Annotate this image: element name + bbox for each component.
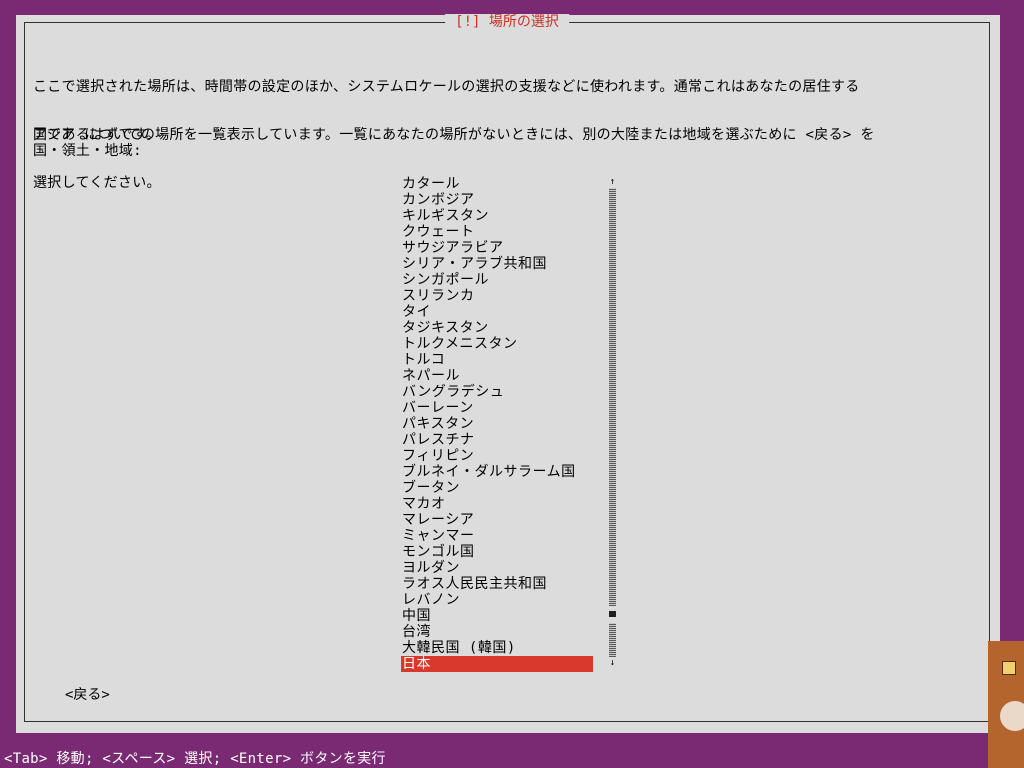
list-item[interactable]: マレーシア: [401, 512, 593, 528]
list-item[interactable]: パキスタン: [401, 416, 593, 432]
list-item[interactable]: シンガポール: [401, 272, 593, 288]
list-item[interactable]: トルコ: [401, 352, 593, 368]
location-dialog: [!] 場所の選択 ここで選択された場所は、時間帯の設定のほか、システムロケール…: [16, 14, 1000, 733]
list-item[interactable]: レバノン: [401, 592, 593, 608]
list-item[interactable]: サウジアラビア: [401, 240, 593, 256]
list-item[interactable]: フィリピン: [401, 448, 593, 464]
list-item[interactable]: パレスチナ: [401, 432, 593, 448]
list-item[interactable]: ネパール: [401, 368, 593, 384]
taskbar-app-icon[interactable]: [1002, 661, 1016, 675]
description-line: ここで選択された場所は、時間帯の設定のほか、システムロケールの選択の支援などに使…: [33, 79, 860, 95]
list-item[interactable]: タイ: [401, 304, 593, 320]
taskbar-edge: [988, 641, 1024, 768]
instruction-line: アジア についての場所を一覧表示しています。一覧にあなたの場所がないときには、別…: [33, 127, 875, 143]
list-item[interactable]: シリア・アラブ共和国: [401, 256, 593, 272]
list-item[interactable]: クウェート: [401, 224, 593, 240]
scroll-down-arrow-icon[interactable]: ↓: [608, 659, 617, 668]
list-item[interactable]: カンボジア: [401, 192, 593, 208]
list-item[interactable]: 大韓民国 (韓国): [401, 640, 593, 656]
list-item[interactable]: ヨルダン: [401, 560, 593, 576]
list-item[interactable]: バーレーン: [401, 400, 593, 416]
list-label: 国・領土・地域:: [33, 143, 142, 159]
list-item-selected[interactable]: 日本: [401, 656, 593, 672]
cloud-decoration-icon: [1000, 701, 1024, 731]
country-list[interactable]: カタール カンボジア キルギスタン クウェート サウジアラビア シリア・アラブ共和国 シンガ…: [401, 176, 593, 672]
list-item[interactable]: 台湾: [401, 624, 593, 640]
list-item[interactable]: ブルネイ・ダルサラーム国: [401, 464, 593, 480]
scroll-track-upper[interactable]: [609, 188, 616, 606]
list-item[interactable]: ラオス人民民主共和国: [401, 576, 593, 592]
list-item[interactable]: タジキスタン: [401, 320, 593, 336]
list-item[interactable]: モンゴル国: [401, 544, 593, 560]
list-item[interactable]: スリランカ: [401, 288, 593, 304]
list-item[interactable]: バングラデシュ: [401, 384, 593, 400]
list-item[interactable]: マカオ: [401, 496, 593, 512]
scroll-up-arrow-icon[interactable]: ↑: [608, 178, 617, 187]
list-item[interactable]: 中国: [401, 608, 593, 624]
list-item[interactable]: カタール: [401, 176, 593, 192]
dialog-title: [!] 場所の選択: [445, 14, 569, 30]
list-scrollbar[interactable]: ↑ ↓: [608, 178, 617, 668]
scroll-track-lower[interactable]: [609, 623, 616, 657]
list-item[interactable]: ブータン: [401, 480, 593, 496]
scroll-thumb[interactable]: [609, 611, 616, 617]
list-item[interactable]: ミャンマー: [401, 528, 593, 544]
list-item[interactable]: トルクメニスタン: [401, 336, 593, 352]
list-item[interactable]: キルギスタン: [401, 208, 593, 224]
back-button[interactable]: <戻る>: [65, 687, 110, 703]
keyboard-help-bar: <Tab> 移動; <スペース> 選択; <Enter> ボタンを実行: [4, 751, 386, 767]
